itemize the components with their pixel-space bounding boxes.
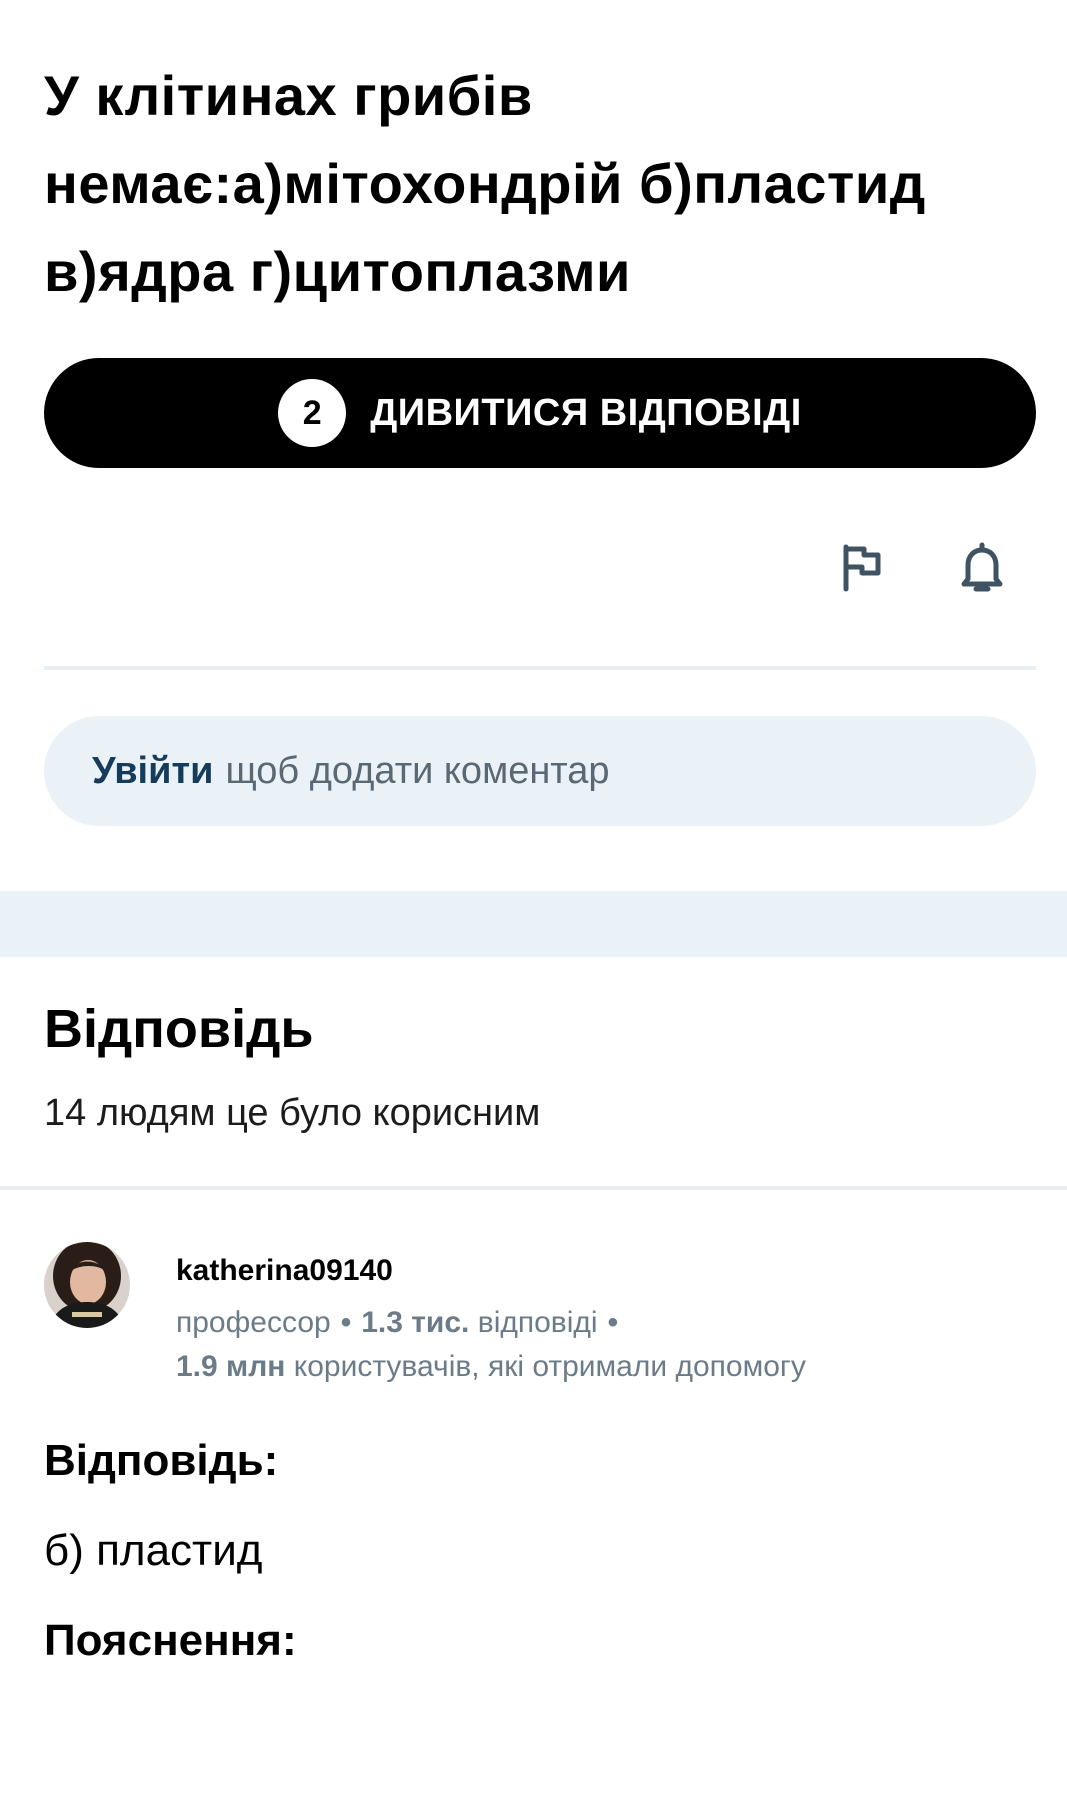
author-username[interactable]: katherina09140 <box>176 1254 393 1288</box>
comment-input-box[interactable]: Увійти щоб додати коментар <box>44 716 1036 826</box>
author-answers-count: 1.3 тис. <box>361 1306 470 1339</box>
question-title: У клітинах грибів немає:а)мітохондрій б)… <box>44 52 1024 316</box>
separator-dot: • <box>340 1306 352 1339</box>
question-line-3: в)ядра г)цитоплазми <box>44 240 631 303</box>
comment-hint: щоб додати коментар <box>225 749 610 792</box>
question-line-1: У клітинах грибів <box>44 64 533 127</box>
section-separator <box>0 891 1067 957</box>
author-answers-label: відповіді <box>477 1306 598 1339</box>
separator-dot: • <box>607 1306 619 1339</box>
view-answers-button[interactable]: 2 ДИВИТИСЯ ВІДПОВІДІ <box>44 358 1036 468</box>
author-helped-label: користувачів, які отримали допомогу <box>293 1350 806 1383</box>
bell-icon-svg <box>961 542 1003 592</box>
divider <box>0 1186 1067 1190</box>
avatar-image <box>44 1242 130 1328</box>
author-helped-count: 1.9 млн <box>176 1350 286 1383</box>
bell-icon[interactable] <box>952 538 1012 598</box>
answer-section-heading: Відповідь <box>44 999 314 1059</box>
view-answers-label: ДИВИТИСЯ ВІДПОВІДІ <box>370 391 802 434</box>
explanation-label: Пояснення: <box>44 1616 297 1665</box>
question-page: У клітинах грибів немає:а)мітохондрій б)… <box>0 0 1067 1796</box>
avatar[interactable] <box>44 1242 130 1328</box>
author-stats-line-1: профессор • 1.3 тис. відповіді • <box>176 1306 628 1340</box>
question-line-2: немає:а)мітохондрій б)пластид <box>44 152 926 215</box>
helpful-count-text: 14 людям це було корисним <box>44 1092 541 1134</box>
author-stats-line-2: 1.9 млн користувачів, які отримали допом… <box>176 1350 806 1384</box>
flag-icon-svg <box>843 544 881 592</box>
author-rank: профессор <box>176 1306 331 1339</box>
answers-count-badge: 2 <box>278 379 347 447</box>
divider <box>44 666 1036 670</box>
login-link[interactable]: Увійти <box>92 750 213 793</box>
flag-icon[interactable] <box>832 538 892 598</box>
answer-value: б) пластид <box>44 1526 263 1575</box>
answer-label: Відповідь: <box>44 1436 279 1485</box>
